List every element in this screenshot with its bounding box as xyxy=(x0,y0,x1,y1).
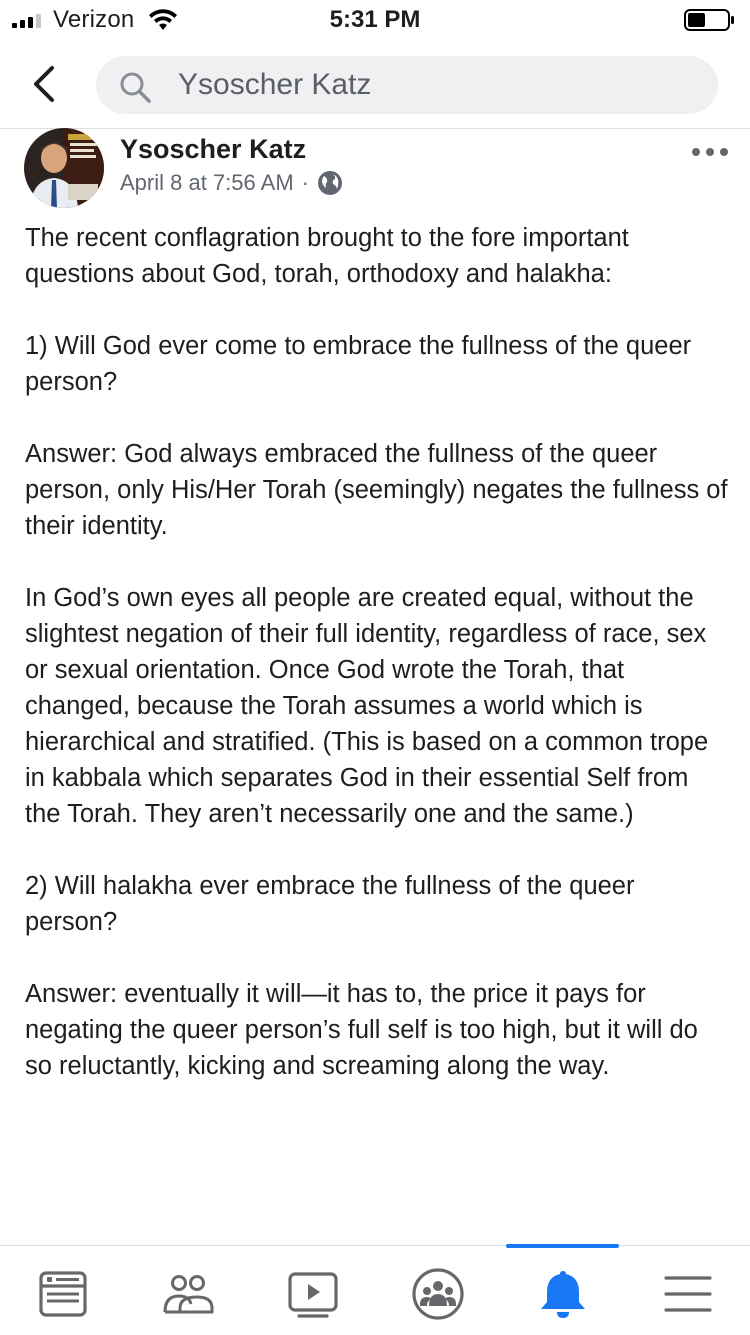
chevron-left-icon xyxy=(34,66,54,102)
top-navigation-bar: Ysoscher Katz xyxy=(0,40,750,129)
status-time: 5:31 PM xyxy=(329,6,421,33)
friends-icon xyxy=(163,1275,214,1314)
tab-news-feed[interactable] xyxy=(35,1266,91,1322)
more-horizontal-icon xyxy=(692,148,728,156)
post-author-name[interactable]: Ysoscher Katz xyxy=(120,134,306,165)
notifications-bell-icon xyxy=(541,1271,585,1318)
tab-groups[interactable] xyxy=(410,1266,466,1322)
avatar-image xyxy=(24,128,104,208)
menu-icon xyxy=(664,1276,712,1312)
groups-icon xyxy=(412,1268,464,1320)
author-avatar[interactable] xyxy=(24,128,104,208)
search-icon xyxy=(120,72,151,103)
tab-menu[interactable] xyxy=(660,1266,716,1322)
post-paragraph: Answer: eventually it will—it has to, th… xyxy=(25,980,698,1080)
search-field[interactable]: Ysoscher Katz xyxy=(96,56,718,114)
search-input-value[interactable]: Ysoscher Katz xyxy=(178,66,371,104)
watch-video-icon xyxy=(288,1272,338,1318)
tab-watch[interactable] xyxy=(285,1266,341,1322)
post-paragraph: 1) Will God ever come to embrace the ful… xyxy=(25,332,692,396)
globe-icon xyxy=(317,171,342,195)
post-body: The recent conflagration brought to the … xyxy=(25,220,730,1120)
tab-friends[interactable] xyxy=(160,1266,216,1322)
post-more-options-button[interactable] xyxy=(690,140,730,164)
post-paragraph: In God’s own eyes all people are created… xyxy=(25,584,709,828)
post-meta: April 8 at 7:56 AM · xyxy=(120,170,343,196)
meta-separator: · xyxy=(301,170,309,195)
back-button[interactable] xyxy=(22,62,70,106)
tab-notifications[interactable] xyxy=(535,1266,591,1322)
news-feed-icon xyxy=(39,1271,87,1317)
post-paragraph: 2) Will halakha ever embrace the fullnes… xyxy=(25,872,635,936)
battery-icon xyxy=(684,9,734,31)
post-paragraph: Answer: God always embraced the fullness… xyxy=(25,440,728,540)
post-timestamp[interactable]: April 8 at 7:56 AM xyxy=(120,170,294,196)
active-tab-indicator xyxy=(506,1244,619,1248)
post-paragraph: The recent conflagration brought to the … xyxy=(25,224,629,288)
bottom-tab-bar xyxy=(0,1244,750,1335)
status-bar: Verizon 5:31 PM xyxy=(0,0,750,40)
